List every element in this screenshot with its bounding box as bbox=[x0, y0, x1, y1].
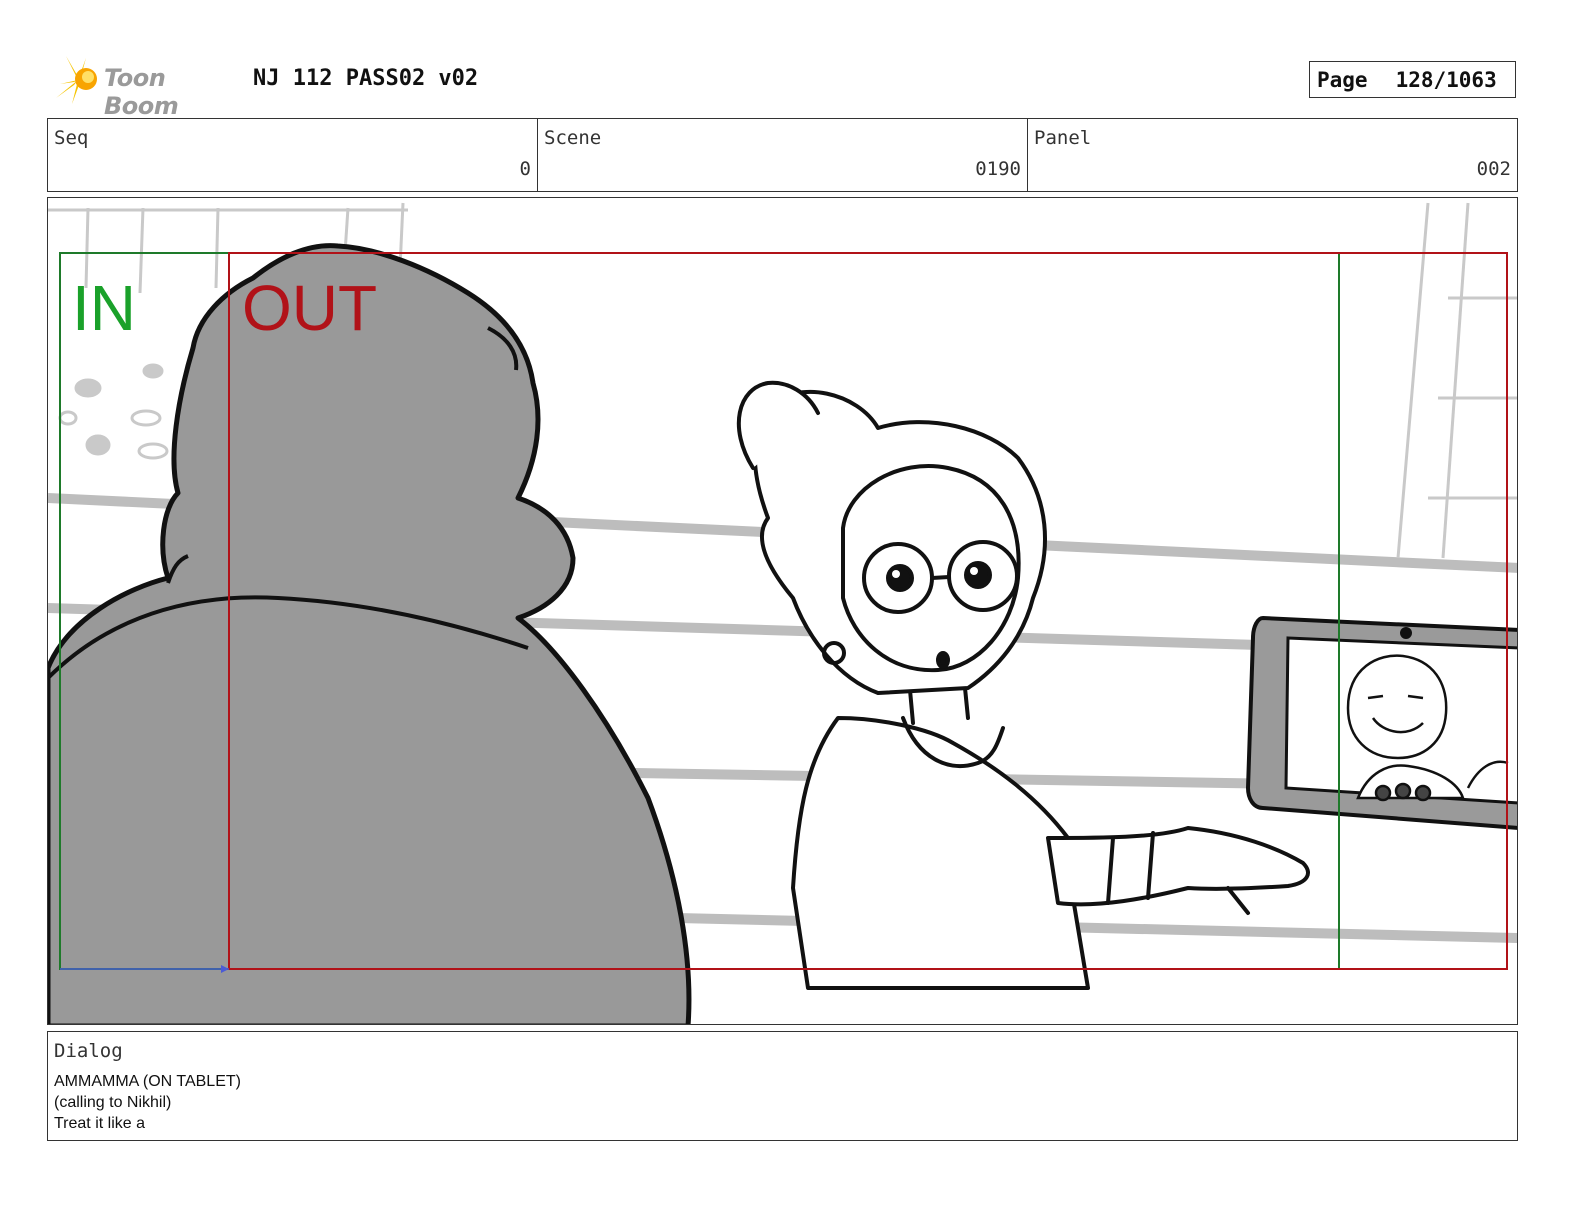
panel-value: 002 bbox=[1476, 158, 1511, 180]
dialog-lines: AMMAMMA (ON TABLET) (calling to Nikhil) … bbox=[54, 1071, 241, 1134]
storyboard-panel: IN OUT bbox=[47, 197, 1518, 1025]
character-girl bbox=[736, 380, 1310, 990]
document-title: NJ 112 PASS02 v02 bbox=[253, 66, 479, 91]
scene-cell: Scene 0190 bbox=[538, 119, 1028, 191]
dialog-line: AMMAMMA (ON TABLET) bbox=[54, 1073, 241, 1090]
in-marker: IN bbox=[72, 272, 136, 344]
page-label: Page bbox=[1317, 67, 1368, 92]
dialog-line: (calling to Nikhil) bbox=[54, 1094, 172, 1111]
starburst-icon bbox=[54, 56, 97, 104]
page-number: 128/1063 bbox=[1395, 67, 1497, 92]
page-indicator: Page 128/1063 bbox=[1309, 61, 1516, 98]
shot-info-row: Seq 0 Scene 0190 Panel 002 bbox=[47, 118, 1518, 192]
seq-cell: Seq 0 bbox=[48, 119, 538, 191]
dialog-box: Dialog AMMAMMA (ON TABLET) (calling to N… bbox=[47, 1031, 1518, 1141]
seq-label: Seq bbox=[54, 127, 89, 149]
dialog-line: Treat it like a bbox=[54, 1115, 145, 1132]
logo-text: Toon Boom bbox=[104, 64, 179, 120]
toon-boom-logo: Toon Boom bbox=[50, 54, 240, 120]
panel-cell: Panel 002 bbox=[1028, 119, 1517, 191]
out-marker: OUT bbox=[242, 272, 378, 344]
dialog-label: Dialog bbox=[54, 1040, 123, 1062]
character-silhouette bbox=[48, 243, 692, 1024]
scene-value: 0190 bbox=[975, 158, 1021, 180]
panel-label: Panel bbox=[1034, 127, 1092, 149]
tablet-device bbox=[1245, 615, 1517, 830]
seq-value: 0 bbox=[519, 158, 531, 180]
scene-label: Scene bbox=[544, 127, 602, 149]
